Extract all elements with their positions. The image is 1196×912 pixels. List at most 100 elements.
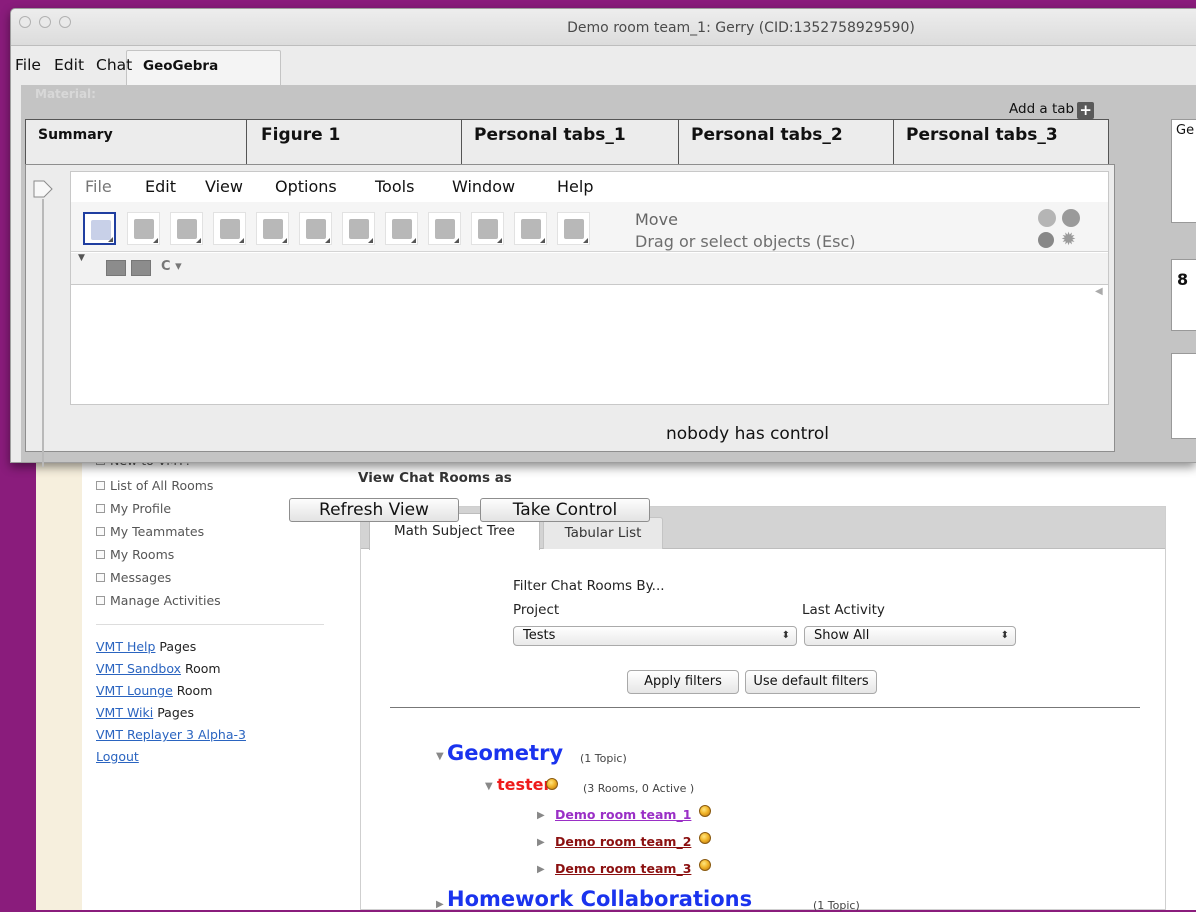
- geogebra-menubar: File Edit View Options Tools Window Help: [71, 172, 1108, 202]
- subject-geometry[interactable]: Geometry: [447, 741, 563, 765]
- redo-icon[interactable]: [1062, 209, 1080, 227]
- status-ball-icon: [699, 832, 711, 844]
- status-ball-icon: [699, 859, 711, 871]
- collapsed-arrow-icon[interactable]: ▶: [436, 899, 444, 910]
- right-panel-user-list: 8: [1171, 259, 1196, 331]
- vmt-lounge-link[interactable]: VMT Lounge: [96, 683, 173, 698]
- topic-tester[interactable]: tester: [497, 775, 551, 794]
- active-tool-name: Move: [635, 210, 678, 229]
- window-title: Demo room team_1: Gerry (CID:13527589295…: [567, 20, 915, 36]
- sidebar-item-messages[interactable]: Messages: [96, 570, 171, 585]
- sidebar-link-vmt-help: VMT Help Pages: [96, 639, 197, 654]
- sidebar-link-vmt-wiki: VMT Wiki Pages: [96, 705, 194, 720]
- room-link-demo-room-team-3[interactable]: Demo room team_3: [555, 861, 691, 876]
- project-select[interactable]: Tests ⬍: [513, 626, 797, 646]
- stylebar-toggle-icon[interactable]: ▼: [78, 253, 85, 263]
- menu-file[interactable]: File: [15, 56, 41, 74]
- slider-handle-icon[interactable]: [32, 179, 54, 201]
- status-ball-icon: [699, 805, 711, 817]
- window-title-bar[interactable]: Demo room team_1: Gerry (CID:13527589295…: [11, 9, 1196, 46]
- user-icon: 8: [1177, 270, 1189, 289]
- zoom-slider[interactable]: [32, 179, 54, 467]
- sidebar-item-manage-activities[interactable]: Manage Activities: [96, 593, 221, 608]
- collapse-panel-icon[interactable]: ◀: [1095, 286, 1103, 297]
- label-style-icon[interactable]: C ▾: [161, 259, 182, 274]
- material-label: Material:: [35, 87, 96, 101]
- collapsed-arrow-icon[interactable]: ▶: [537, 864, 545, 875]
- subject2-topic-count: (1 Topic): [813, 899, 860, 912]
- refresh-view-button[interactable]: Refresh View: [289, 498, 459, 522]
- circle-tool-icon[interactable]: [299, 212, 332, 245]
- sidebar-item-my-rooms[interactable]: My Rooms: [96, 547, 174, 562]
- axes-toggle-icon[interactable]: [106, 260, 126, 276]
- reflect-tool-icon[interactable]: [428, 212, 461, 245]
- ggb-menu-window[interactable]: Window: [452, 177, 515, 196]
- bullet-icon: [96, 527, 105, 536]
- perpendicular-tool-icon[interactable]: [213, 212, 246, 245]
- collapsed-arrow-icon[interactable]: ▶: [537, 837, 545, 848]
- slider-tool-icon[interactable]: [514, 212, 547, 245]
- topic-room-count: (3 Rooms, 0 Active ): [583, 782, 695, 795]
- geogebra-applet: File Edit View Options Tools Window Help: [70, 171, 1109, 405]
- undo-icon[interactable]: [1038, 209, 1056, 227]
- conic-tool-icon[interactable]: [342, 212, 375, 245]
- text-tool-icon[interactable]: [471, 212, 504, 245]
- room-link-demo-room-team-1[interactable]: Demo room team_1: [555, 807, 691, 822]
- bullet-icon: [96, 573, 105, 582]
- add-tab-button[interactable]: Add a tab +: [1009, 101, 1095, 119]
- gear-icon[interactable]: ✹: [1061, 229, 1076, 250]
- menu-edit[interactable]: Edit: [54, 56, 84, 74]
- bullet-icon: [96, 550, 105, 559]
- view-chat-rooms-title: View Chat Rooms as: [358, 470, 512, 486]
- help-icon[interactable]: [1038, 232, 1054, 248]
- ggb-menu-options[interactable]: Options: [275, 177, 337, 196]
- move-tool-icon[interactable]: [83, 212, 116, 245]
- last-activity-label: Last Activity: [802, 602, 885, 618]
- last-activity-select[interactable]: Show All ⬍: [804, 626, 1016, 646]
- use-default-filters-button[interactable]: Use default filters: [745, 670, 877, 694]
- collapsed-arrow-icon[interactable]: ▶: [537, 810, 545, 821]
- bullet-icon: [96, 504, 105, 513]
- slider-track[interactable]: [42, 199, 44, 467]
- vmt-replayer-link[interactable]: VMT Replayer 3 Alpha-3: [96, 727, 246, 742]
- room-link-demo-room-team-2[interactable]: Demo room team_2: [555, 834, 691, 849]
- last-activity-select-value: Show All: [814, 628, 870, 643]
- angle-tool-icon[interactable]: [385, 212, 418, 245]
- active-tool-hint: Drag or select objects (Esc): [635, 232, 856, 251]
- sidebar-item-list-of-all-rooms[interactable]: List of All Rooms: [96, 478, 213, 493]
- ggb-menu-edit[interactable]: Edit: [145, 177, 176, 196]
- filters-divider: [390, 707, 1140, 708]
- expand-arrow-icon[interactable]: ▼: [436, 751, 444, 762]
- app-menubar: File Edit Chat GeoGebra: [11, 46, 1196, 85]
- right-panel-message-box[interactable]: [1171, 353, 1196, 439]
- sidebar-item-my-teammates[interactable]: My Teammates: [96, 524, 204, 539]
- line-tool-icon[interactable]: [170, 212, 203, 245]
- apply-filters-button[interactable]: Apply filters: [627, 670, 739, 694]
- menu-chat[interactable]: Chat: [96, 56, 132, 74]
- ggb-menu-tools[interactable]: Tools: [375, 177, 414, 196]
- take-control-button[interactable]: Take Control: [480, 498, 650, 522]
- subject-topic-count: (1 Topic): [580, 752, 627, 765]
- plus-icon: +: [1077, 102, 1095, 119]
- vmt-sandbox-link[interactable]: VMT Sandbox: [96, 661, 181, 676]
- project-select-value: Tests: [523, 628, 556, 643]
- subject-homework-collaborations[interactable]: Homework Collaborations: [447, 887, 752, 911]
- sidebar-item-my-profile[interactable]: My Profile: [96, 501, 171, 516]
- select-arrows-icon: ⬍: [781, 630, 790, 641]
- ggb-menu-help[interactable]: Help: [557, 177, 593, 196]
- bullet-icon: [96, 481, 105, 490]
- move-view-tool-icon[interactable]: [557, 212, 590, 245]
- vmt-chat-window: Demo room team_1: Gerry (CID:13527589295…: [10, 8, 1196, 522]
- menu-geogebra[interactable]: GeoGebra: [143, 58, 218, 74]
- sidebar-link-vmt-sandbox: VMT Sandbox Room: [96, 661, 221, 676]
- vmt-help-link[interactable]: VMT Help: [96, 639, 155, 654]
- polygon-tool-icon[interactable]: [256, 212, 289, 245]
- point-tool-icon[interactable]: [127, 212, 160, 245]
- grid-toggle-icon[interactable]: [131, 260, 151, 276]
- ggb-menu-view[interactable]: View: [205, 177, 243, 196]
- vmt-wiki-link[interactable]: VMT Wiki: [96, 705, 153, 720]
- ggb-menu-file[interactable]: File: [85, 177, 112, 196]
- logout-link[interactable]: Logout: [96, 749, 139, 764]
- expand-arrow-icon[interactable]: ▼: [485, 781, 493, 792]
- right-panel-text: Ge: [1176, 123, 1195, 138]
